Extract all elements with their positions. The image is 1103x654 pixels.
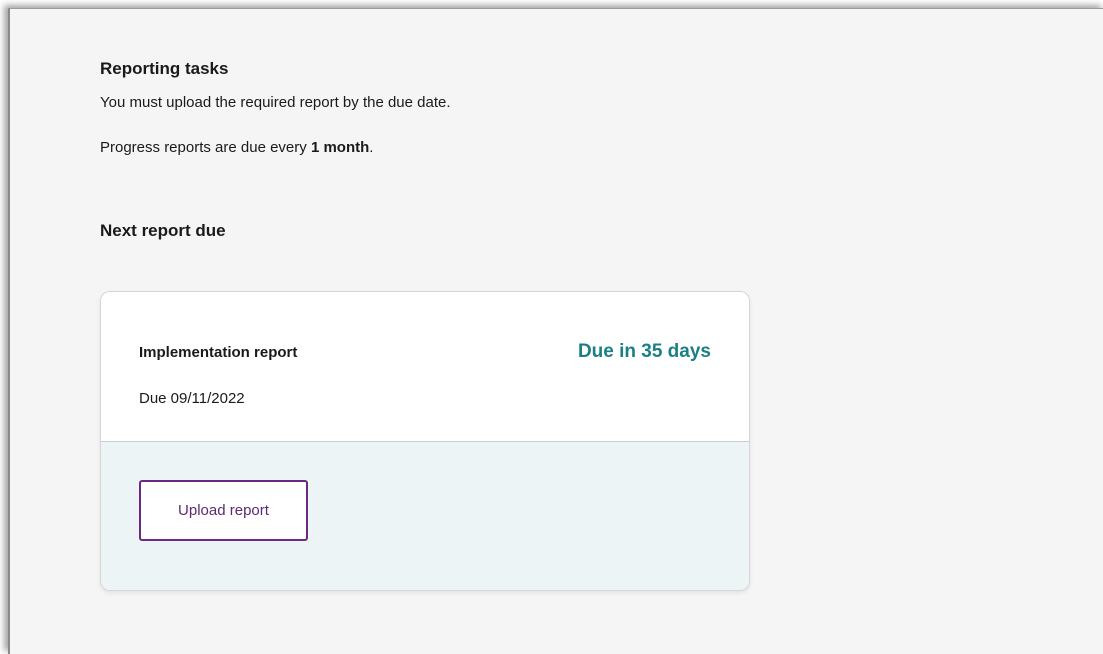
report-card-footer: Upload report <box>101 442 749 590</box>
report-name: Implementation report <box>139 344 298 361</box>
reporting-tasks-heading: Reporting tasks <box>100 59 229 78</box>
frequency-prefix: Progress reports are due every <box>100 139 311 156</box>
report-card: Implementation report Due in 35 days Due… <box>100 291 750 591</box>
next-report-heading: Next report due <box>100 221 226 240</box>
report-card-header: Implementation report Due in 35 days Due… <box>101 292 749 442</box>
due-date-text: Due 09/11/2022 <box>139 390 245 407</box>
page-frame: Reporting tasks You must upload the requ… <box>8 8 1103 654</box>
frequency-value: 1 month <box>310 139 370 156</box>
upload-report-button[interactable]: Upload report <box>139 480 308 541</box>
due-status-badge: Due in 35 days <box>577 341 711 362</box>
frequency-suffix: . <box>369 139 374 156</box>
upload-instruction-text: You must upload the required report by t… <box>100 94 451 111</box>
report-frequency-text: Progress reports are due every 1 month. <box>100 139 373 156</box>
